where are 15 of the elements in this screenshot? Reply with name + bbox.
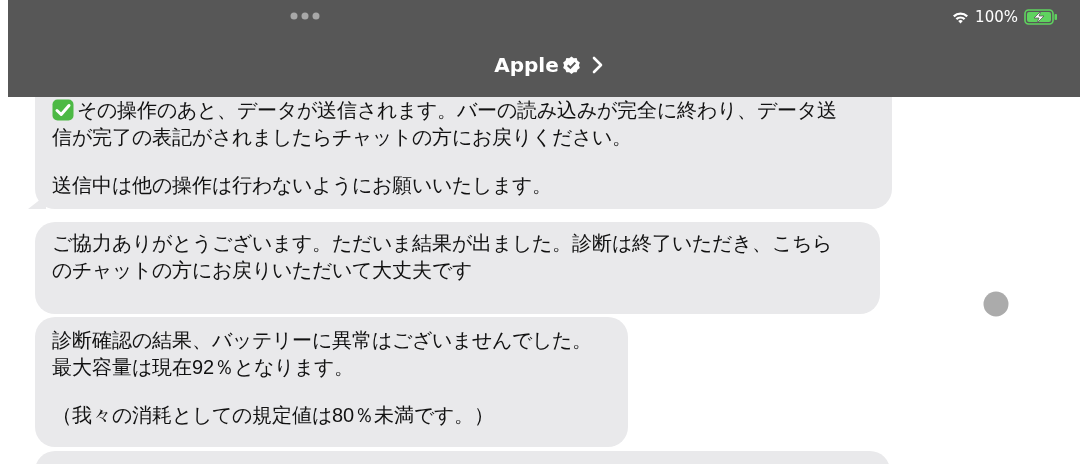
message-text: ご協力ありがとうございます。ただいま結果が出ました。診断は終了いただき、こちら のチャットの方にお戻りいただいて大丈夫です bbox=[52, 231, 833, 283]
battery-charging-icon bbox=[1024, 9, 1058, 25]
more-dots-icon[interactable] bbox=[290, 12, 320, 20]
battery-percentage: 100% bbox=[975, 8, 1018, 26]
contact-name[interactable]: Apple bbox=[494, 53, 559, 77]
message-text: その操作のあと、データが送信されます。バーの読み込みが完全に終わり、データ送 bbox=[77, 98, 838, 123]
message-text: （我々の消耗としての規定値は80％未満です。） bbox=[52, 403, 496, 428]
verified-badge-icon bbox=[561, 55, 581, 75]
checkmark-icon bbox=[52, 99, 74, 121]
message-text: 信が完了の表記がされましたらチャットの方にお戻りください。 bbox=[52, 125, 633, 150]
message-text: 送信中は他の操作は行わないようにお願いいたします。 bbox=[52, 173, 553, 198]
wifi-icon bbox=[952, 10, 970, 24]
message-text: 診断確認の結果、バッテリーに異常はございませんでした。 最大容量は現在92％となります。 bbox=[52, 328, 593, 380]
floating-dot-icon[interactable] bbox=[983, 291, 1009, 317]
chevron-right-icon[interactable] bbox=[591, 56, 604, 74]
